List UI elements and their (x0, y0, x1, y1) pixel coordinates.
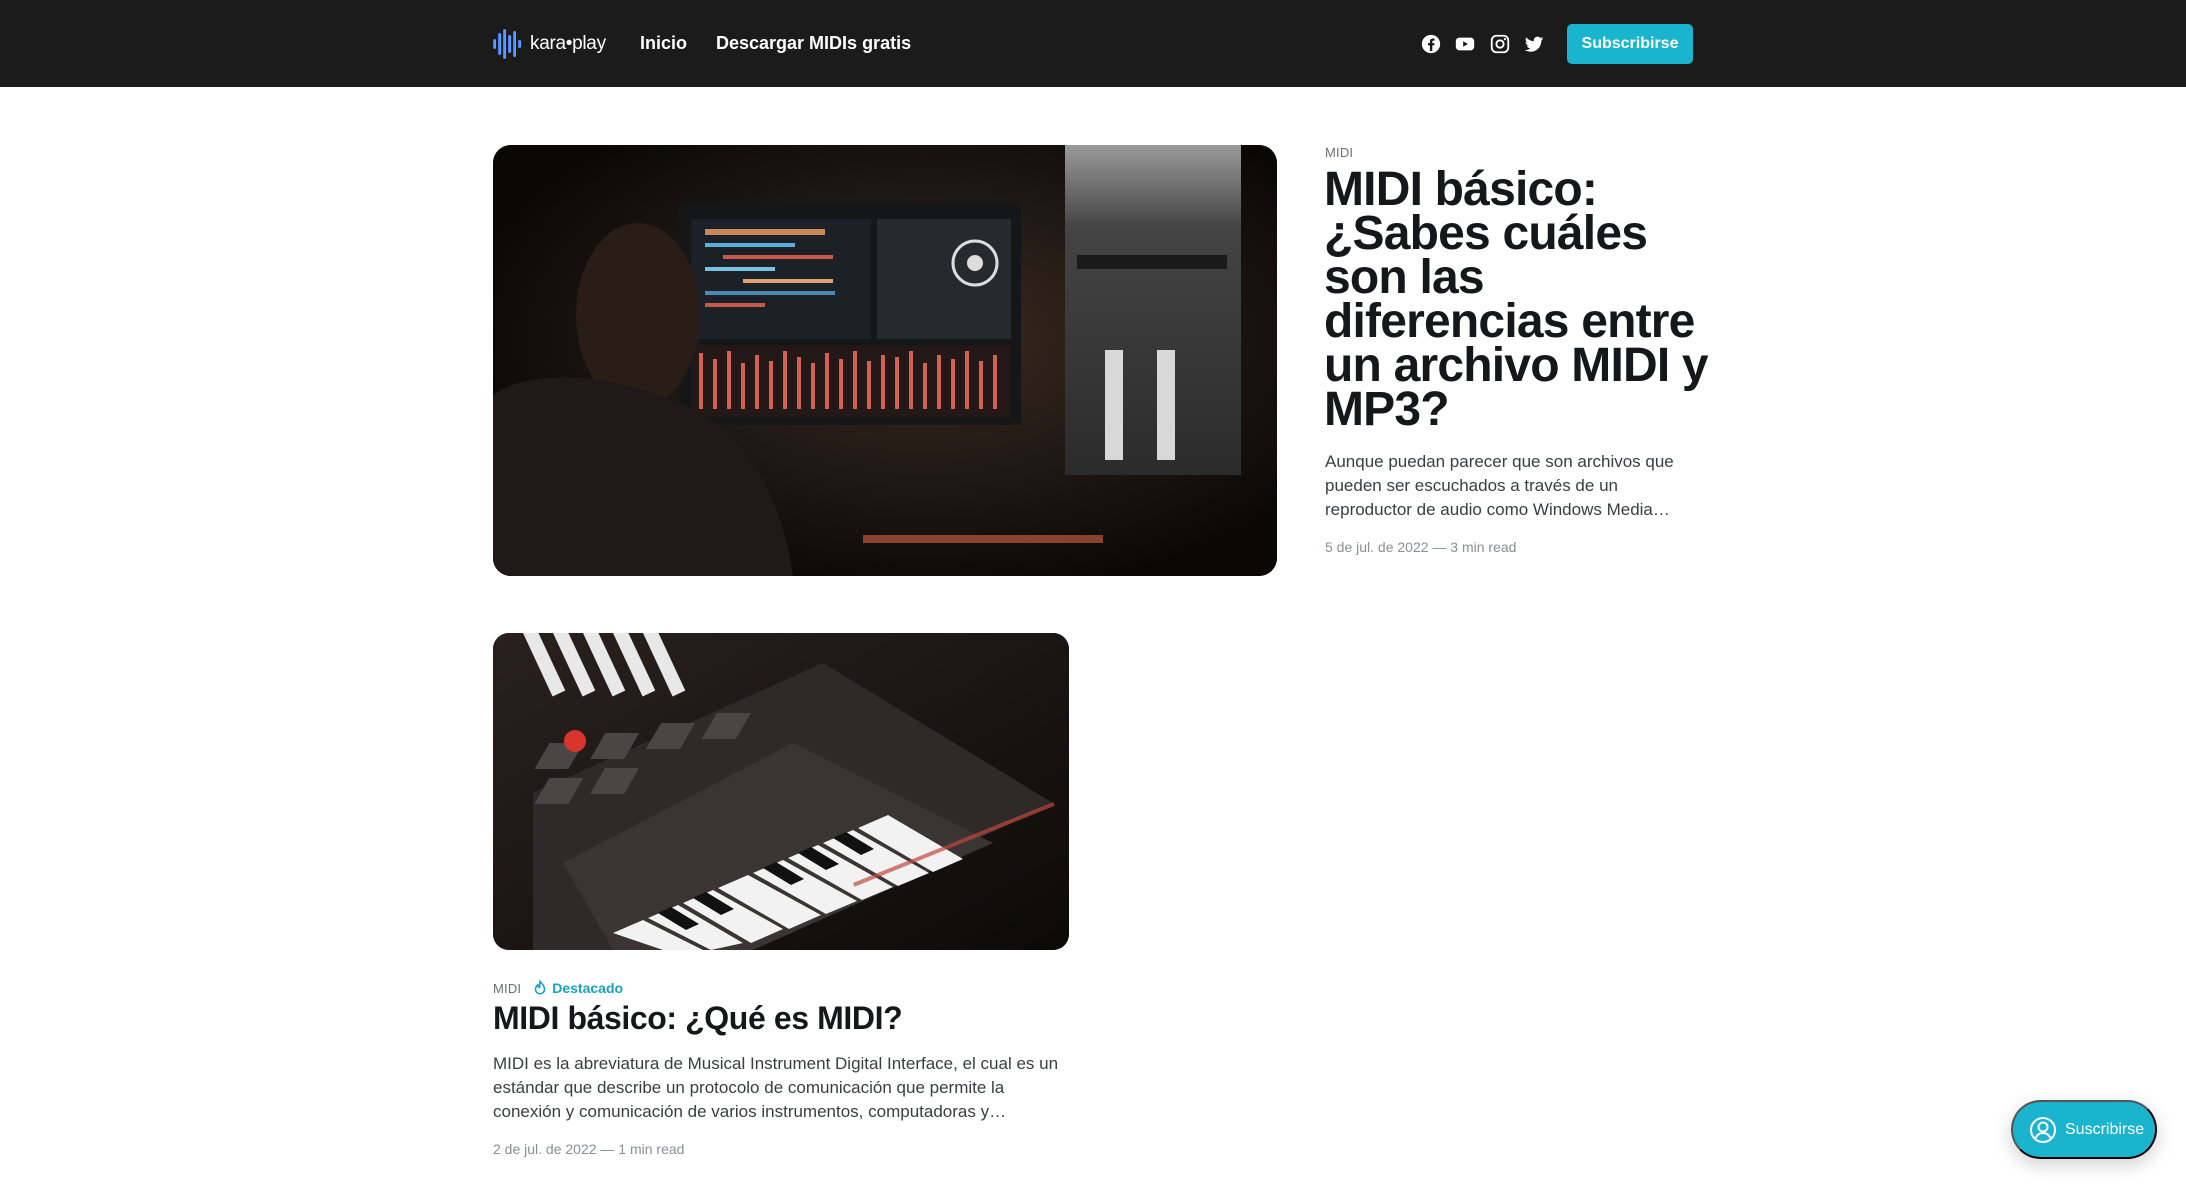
post-title[interactable]: MIDI básico: ¿Qué es MIDI? (493, 1000, 903, 1037)
post-meta: 2 de jul. de 2022 — 1 min read (493, 1141, 685, 1157)
youtube-icon[interactable] (1454, 33, 1476, 55)
post-excerpt: Aunque puedan parecer que son archivos q… (1325, 452, 1674, 519)
post-excerpt: MIDI es la abreviatura de Musical Instru… (493, 1054, 1059, 1121)
post-tag[interactable]: MIDI (493, 981, 521, 996)
post-meta: 5 de jul. de 2022 — 3 min read (1325, 539, 1517, 555)
nav-link-inicio[interactable]: Inicio (640, 33, 687, 54)
brand-name: kara•play (530, 33, 606, 54)
portal-label: Suscribirse (2065, 1120, 2145, 1138)
site-header: kara•play Inicio Descargar MIDIs gratis … (0, 0, 2186, 87)
nav-link-descargar-midis[interactable]: Descargar MIDIs gratis (716, 33, 911, 54)
post-tags: MIDI Destacado (493, 980, 623, 996)
subscribe-button[interactable]: Subscribirse (1567, 24, 1693, 64)
post-image-midi-keyboard[interactable] (493, 633, 1069, 950)
featured-label: Destacado (552, 980, 624, 996)
flame-icon (534, 980, 546, 995)
post-image-producer-studio[interactable] (493, 145, 1277, 576)
facebook-icon[interactable] (1420, 33, 1442, 55)
featured-badge: Destacado (533, 980, 623, 996)
user-icon (2030, 1116, 2056, 1143)
post-title[interactable]: MIDI básico: ¿Sabes cuáles son las difer… (1324, 166, 1724, 434)
waveform-logo-icon (493, 29, 521, 59)
portal-subscribe-button[interactable]: Suscribirse (2011, 1100, 2157, 1159)
brand-logo[interactable]: kara•play (492, 28, 606, 60)
post-tag[interactable]: MIDI (1325, 145, 1353, 160)
instagram-icon[interactable] (1489, 33, 1511, 55)
twitter-icon[interactable] (1523, 33, 1545, 55)
